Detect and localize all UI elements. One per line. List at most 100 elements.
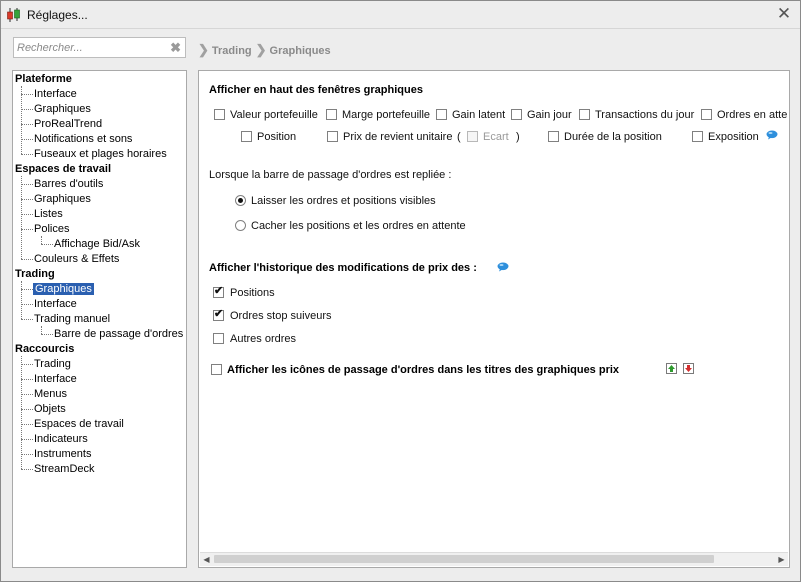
tree-item-trading-manuel[interactable]: Trading manuel <box>34 313 110 325</box>
section-title-top-of-windows: Afficher en haut des fenêtres graphiques <box>209 84 423 96</box>
scrollbar-thumb[interactable] <box>214 555 714 563</box>
tree-connector <box>21 184 33 185</box>
radio-selected-dot <box>238 198 243 203</box>
check-icon: ✔ <box>214 285 224 297</box>
checkbox-positions[interactable]: ✔ <box>213 285 224 298</box>
tree-item-interface[interactable]: Interface <box>34 373 77 385</box>
tree-connector <box>21 94 33 95</box>
label-prix-revient-unitaire: Prix de revient unitaire <box>343 131 453 143</box>
tree-connector <box>21 409 33 410</box>
breadcrumb-item-graphiques[interactable]: Graphiques <box>270 45 331 57</box>
search-input[interactable] <box>17 40 167 55</box>
tree-connector <box>21 281 22 319</box>
label-position: Position <box>257 131 297 143</box>
tree-connector <box>21 424 33 425</box>
tree-connector <box>21 469 33 470</box>
tree-item-polices[interactable]: Polices <box>34 223 69 235</box>
info-bubble-icon[interactable] <box>766 130 778 140</box>
tree-item-interface[interactable]: Interface <box>34 88 77 100</box>
label-cacher-positions: Cacher les positions et les ordres en at… <box>251 220 466 232</box>
settings-window: Réglages... ✕ ✖ ❯Trading❯Graphiques Plat… <box>0 0 801 582</box>
tree-item-graphiques[interactable]: Graphiques <box>34 193 91 205</box>
radio-cacher-positions[interactable] <box>235 220 246 231</box>
scroll-right-icon[interactable]: ▶ <box>776 554 787 565</box>
tree-connector <box>21 139 33 140</box>
tree-connector <box>21 454 33 455</box>
tree-connector <box>21 109 33 110</box>
checkbox-gain-jour[interactable] <box>511 109 522 120</box>
tree-item-indicateurs[interactable]: Indicateurs <box>34 433 88 445</box>
tree-item-graphiques-selected[interactable]: Graphiques <box>33 283 94 295</box>
label-transactions-du-jour: Transactions du jour <box>595 109 695 121</box>
checkbox-valeur-portefeuille[interactable] <box>214 109 225 120</box>
label-autres-ordres: Autres ordres <box>230 333 297 345</box>
tree-connector <box>41 244 53 245</box>
tree-item-fuseaux[interactable]: Fuseaux et plages horaires <box>34 148 167 160</box>
tree-group-espaces[interactable]: Espaces de travail <box>15 163 111 175</box>
tree-item-trading[interactable]: Trading <box>34 358 71 370</box>
checkbox-duree-position[interactable] <box>548 131 559 142</box>
label-gain-latent: Gain latent <box>452 109 506 121</box>
tree-group-trading[interactable]: Trading <box>15 268 55 280</box>
tree-item-listes[interactable]: Listes <box>34 208 63 220</box>
label-valeur-portefeuille: Valeur portefeuille <box>230 109 318 121</box>
tree-item-streamdeck[interactable]: StreamDeck <box>34 463 95 475</box>
clear-search-icon[interactable]: ✖ <box>170 40 181 56</box>
close-icon: ✕ <box>776 4 792 23</box>
tree-item-graphiques[interactable]: Graphiques <box>34 103 91 115</box>
tree-item-prorealtrend[interactable]: ProRealTrend <box>34 118 102 130</box>
label-positions: Positions <box>230 287 275 299</box>
tree-item-espaces-travail[interactable]: Espaces de travail <box>34 418 124 430</box>
checkbox-gain-latent[interactable] <box>436 109 447 120</box>
tree-item-couleurs-effets[interactable]: Couleurs & Effets <box>34 253 119 265</box>
checkbox-ecart[interactable] <box>467 131 478 142</box>
checkbox-transactions-du-jour[interactable] <box>579 109 590 120</box>
close-button[interactable]: ✕ <box>774 4 794 24</box>
tree-connector <box>41 334 53 335</box>
tree-connector <box>41 236 42 244</box>
settings-panel: Afficher en haut des fenêtres graphiques… <box>198 70 790 568</box>
tree-connector <box>21 229 33 230</box>
tree-item-instruments[interactable]: Instruments <box>34 448 91 460</box>
tree-item-barre-passage-ordres[interactable]: Barre de passage d'ordres <box>54 328 183 340</box>
tree-connector <box>21 199 33 200</box>
tree-item-interface[interactable]: Interface <box>34 298 77 310</box>
section-title-price-history: Afficher l'historique des modifications … <box>209 262 477 274</box>
checkbox-exposition[interactable] <box>692 131 703 142</box>
checkbox-marge-portefeuille[interactable] <box>326 109 337 120</box>
checkbox-autres-ordres[interactable] <box>213 333 224 344</box>
paren-close: ) <box>516 131 520 143</box>
label-marge-portefeuille: Marge portefeuille <box>342 109 431 121</box>
sell-arrow-icon <box>683 363 694 374</box>
info-bubble-icon[interactable] <box>497 262 509 272</box>
tree-connector <box>21 364 33 365</box>
tree-item-menus[interactable]: Menus <box>34 388 67 400</box>
label-icones-passage-ordres: Afficher les icônes de passage d'ordres … <box>227 364 620 376</box>
radio-laisser-visibles[interactable] <box>235 195 246 206</box>
paren-open: ( <box>457 131 461 143</box>
tree-item-barres-outils[interactable]: Barres d'outils <box>34 178 103 190</box>
chevron-right-icon: ❯ <box>255 42 267 57</box>
tree-item-objets[interactable]: Objets <box>34 403 66 415</box>
tree-group-raccourcis[interactable]: Raccourcis <box>15 343 74 355</box>
checkbox-prix-revient-unitaire[interactable] <box>327 131 338 142</box>
checkbox-icones-passage-ordres[interactable] <box>211 364 222 375</box>
tree-connector <box>21 176 22 259</box>
checkbox-ordres-stop-suiveurs[interactable]: ✔ <box>213 308 224 321</box>
tree-group-plateforme[interactable]: Plateforme <box>15 73 72 85</box>
scroll-left-icon[interactable]: ◀ <box>201 554 212 565</box>
tree-item-affichage-bid-ask[interactable]: Affichage Bid/Ask <box>54 238 140 250</box>
tree-connector <box>41 326 42 334</box>
tree-connector <box>21 394 33 395</box>
tree-connector <box>21 356 22 469</box>
title-bar: Réglages... ✕ <box>1 1 800 29</box>
tree-connector <box>21 439 33 440</box>
search-box: ✖ <box>13 37 186 58</box>
chevron-right-icon: ❯ <box>198 42 209 57</box>
breadcrumb-item-trading[interactable]: Trading <box>212 45 252 57</box>
tree-item-notifications[interactable]: Notifications et sons <box>34 133 132 145</box>
checkbox-position[interactable] <box>241 131 252 142</box>
horizontal-scrollbar[interactable]: ◀ ▶ <box>200 552 788 566</box>
checkbox-ordres-en-attente[interactable] <box>701 109 712 120</box>
tree-connector <box>21 86 22 154</box>
